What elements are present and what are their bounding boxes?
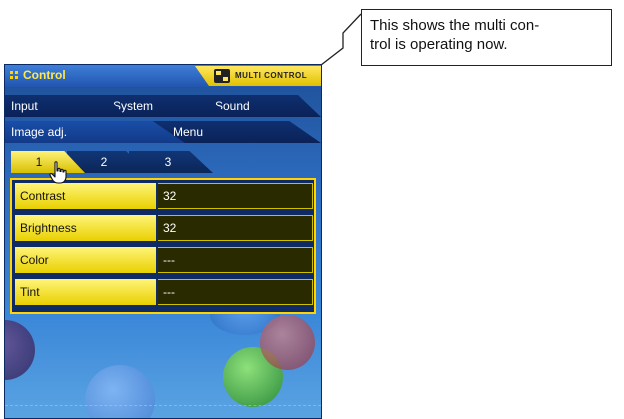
setting-row-brightness[interactable]: Brightness 32 [15,215,313,241]
callout-annotation: This shows the multi con- trol is operat… [361,9,612,66]
page-tab-2-label: 2 [100,155,108,169]
setting-value[interactable]: --- [158,247,313,273]
setting-row-contrast[interactable]: Contrast 32 [15,183,313,209]
setting-row-tint[interactable]: Tint --- [15,279,313,305]
tab-menu-label: Menu [173,125,204,139]
control-menu-icon [10,71,20,81]
background-decoration [5,405,321,418]
setting-label: Brightness [15,215,156,241]
background-decoration [5,320,35,380]
multi-control-badge: MULTI CONTROL [195,66,321,86]
setting-value[interactable]: --- [158,279,313,305]
page-tab-3-label: 3 [164,155,172,169]
callout-line-2: trol is operating now. [370,36,508,53]
control-window: Control MULTI CONTROL Input System Sound… [4,64,322,419]
setting-value[interactable]: 32 [158,215,313,241]
background-decoration [260,315,315,370]
multi-control-label: MULTI CONTROL [235,71,308,80]
hand-pointer-icon [49,161,67,184]
main-tab-row: Input System Sound [5,95,321,117]
window-title: Control [23,68,66,82]
setting-label: Color [15,247,156,273]
setting-value[interactable]: 32 [158,183,313,209]
image-settings-list: Contrast 32 Brightness 32 Color --- Tint… [10,178,316,314]
title-bar: Control MULTI CONTROL [5,65,321,87]
setting-label: Tint [15,279,156,305]
setting-label: Contrast [15,183,156,209]
setting-row-color[interactable]: Color --- [15,247,313,273]
callout-line-1: This shows the multi con- [370,17,540,34]
tab-input-label: Input [11,99,38,113]
multi-control-icon [214,69,230,83]
tab-image-adj-label: Image adj. [11,125,68,139]
sub-tab-row: Image adj. Menu [5,121,321,143]
page-tab-1-label: 1 [35,155,43,169]
